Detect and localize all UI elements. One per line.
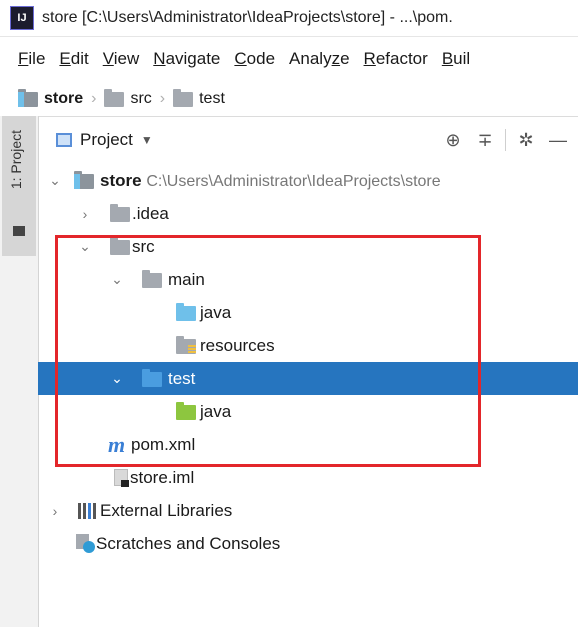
menu-bar: File Edit View Navigate Code Analyze Refactor B… — [0, 44, 578, 74]
menu-navigate[interactable]: Navigate — [153, 49, 220, 69]
tree-row-resources[interactable]: resources — [38, 329, 578, 362]
chevron-right-icon[interactable]: › — [48, 503, 62, 519]
menu-edit[interactable]: Edit — [59, 49, 88, 69]
left-tool-strip: 1: Project — [0, 116, 39, 627]
menu-file[interactable]: File — [18, 49, 45, 69]
tree-label-iml: store.iml — [130, 467, 195, 487]
tree-row-pom[interactable]: m pom.xml — [38, 428, 578, 461]
resources-folder-icon — [176, 336, 196, 354]
title-bar: IJ store [C:\Users\Administrator\IdeaPro… — [0, 0, 578, 37]
window-title: store [C:\Users\Administrator\IdeaProjec… — [42, 9, 453, 26]
toolbar-divider — [505, 129, 506, 151]
target-icon[interactable]: ⊕ — [441, 130, 465, 151]
tree-label-main: main — [168, 269, 205, 289]
folder-icon — [13, 226, 25, 236]
tree-row-idea[interactable]: › .idea — [38, 197, 578, 230]
tree-label-main-java: java — [200, 302, 232, 322]
tree-label-test: test — [168, 368, 196, 388]
folder-icon — [142, 270, 162, 288]
breadcrumb-separator: › — [159, 90, 166, 107]
tree-label-scratches: Scratches and Consoles — [96, 533, 281, 553]
chevron-down-icon[interactable]: ⌄ — [78, 238, 92, 255]
tree-row-scratches[interactable]: Scratches and Consoles — [38, 527, 578, 560]
intellij-app-icon: IJ — [10, 6, 34, 30]
chevron-down-icon[interactable]: ▼ — [141, 133, 153, 147]
library-icon — [78, 503, 96, 519]
tree-row-main[interactable]: ⌄ main — [38, 263, 578, 296]
menu-analyze[interactable]: Analyze — [289, 49, 350, 69]
project-folder-icon — [18, 88, 38, 107]
tree-row-store[interactable]: ⌄ store C:\Users\Administrator\IdeaProje… — [38, 164, 578, 197]
breadcrumb-store[interactable]: store — [18, 88, 83, 108]
menu-code[interactable]: Code — [234, 49, 275, 69]
chevron-down-icon[interactable]: ⌄ — [48, 172, 62, 189]
tree-row-src[interactable]: ⌄ src — [38, 230, 578, 263]
maven-icon: m — [108, 431, 126, 457]
folder-icon — [104, 88, 125, 107]
minimize-icon[interactable]: — — [546, 130, 570, 151]
breadcrumb-separator: › — [91, 90, 97, 107]
breadcrumb: store › src › test — [0, 82, 578, 117]
tree-label-idea: .idea — [132, 203, 169, 223]
tree-row-iml[interactable]: store.iml — [38, 461, 578, 494]
folder-icon — [110, 237, 130, 255]
chevron-down-icon[interactable]: ⌄ — [110, 370, 124, 387]
panel-toolbar: ⊕ ∓ ✲ — — [433, 120, 578, 160]
tree-label-resources: resources — [200, 335, 275, 355]
project-tool-tab-label: 1: Project — [8, 130, 24, 190]
tree-row-main-java[interactable]: java — [38, 296, 578, 329]
gear-icon[interactable]: ✲ — [514, 130, 538, 151]
source-folder-icon — [176, 303, 196, 321]
breadcrumb-test[interactable]: test — [173, 88, 225, 108]
module-file-icon — [114, 469, 129, 487]
scratches-icon — [76, 534, 96, 554]
tree-row-test[interactable]: ⌄ test — [38, 362, 578, 395]
project-view-icon — [56, 133, 72, 147]
tree-path-store: C:\Users\Administrator\IdeaProjects\stor… — [146, 172, 441, 190]
tree-label-pom: pom.xml — [131, 434, 196, 454]
test-source-folder-icon — [176, 402, 196, 420]
menu-refactor[interactable]: Refactor — [364, 49, 428, 69]
tree-label-src: src — [132, 236, 155, 256]
tree-label-store: store — [100, 170, 142, 190]
chevron-right-icon[interactable]: › — [78, 206, 92, 222]
folder-icon — [142, 369, 162, 387]
tree-label-external-libraries: External Libraries — [100, 500, 233, 520]
collapse-icon[interactable]: ∓ — [473, 130, 497, 151]
folder-icon — [173, 88, 194, 107]
tree-row-external-libraries[interactable]: › External Libraries — [38, 494, 578, 527]
project-panel-header: Project ▼ ⊕ ∓ ✲ — — [38, 120, 578, 160]
menu-view[interactable]: View — [103, 49, 140, 69]
project-folder-icon — [74, 171, 94, 189]
tree-label-test-java: java — [200, 401, 232, 421]
chevron-down-icon[interactable]: ⌄ — [110, 271, 124, 288]
tree-row-test-java[interactable]: java — [38, 395, 578, 428]
folder-icon — [110, 204, 130, 222]
breadcrumb-src[interactable]: src — [104, 88, 152, 108]
project-tool-tab[interactable]: 1: Project — [2, 116, 36, 256]
menu-buil[interactable]: Buil — [442, 49, 470, 69]
project-view-selector[interactable]: Project — [80, 130, 133, 150]
